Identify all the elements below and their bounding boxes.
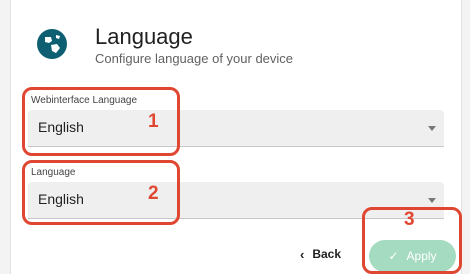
back-button-label: Back <box>312 247 342 261</box>
annotation-number-2: 2 <box>148 183 159 204</box>
page-subtitle: Configure language of your device <box>95 51 294 66</box>
annotation-number-3: 3 <box>404 209 415 230</box>
chevron-left-icon: ‹ <box>300 246 305 262</box>
dropdown-caret-icon <box>428 126 436 131</box>
annotation-number-1: 1 <box>148 111 159 132</box>
back-button[interactable]: ‹ Back <box>300 244 341 264</box>
page-title: Language <box>95 24 193 49</box>
dropdown-caret-icon <box>428 198 436 203</box>
globe-icon <box>37 29 67 59</box>
